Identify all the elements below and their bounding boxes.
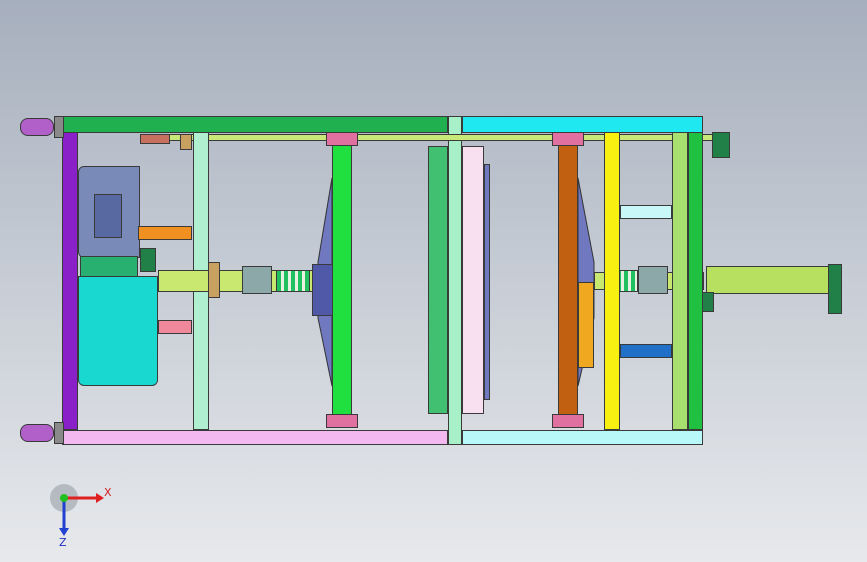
triad-z-label: Z xyxy=(59,536,67,549)
triad-y-axis xyxy=(60,494,68,502)
triad-x-arrowhead xyxy=(96,493,104,503)
triad-z-arrowhead xyxy=(59,528,69,536)
triad-x-label: X xyxy=(104,486,112,499)
coordinate-triad: X Z xyxy=(50,484,112,549)
cad-viewport[interactable]: X Z xyxy=(0,0,867,562)
